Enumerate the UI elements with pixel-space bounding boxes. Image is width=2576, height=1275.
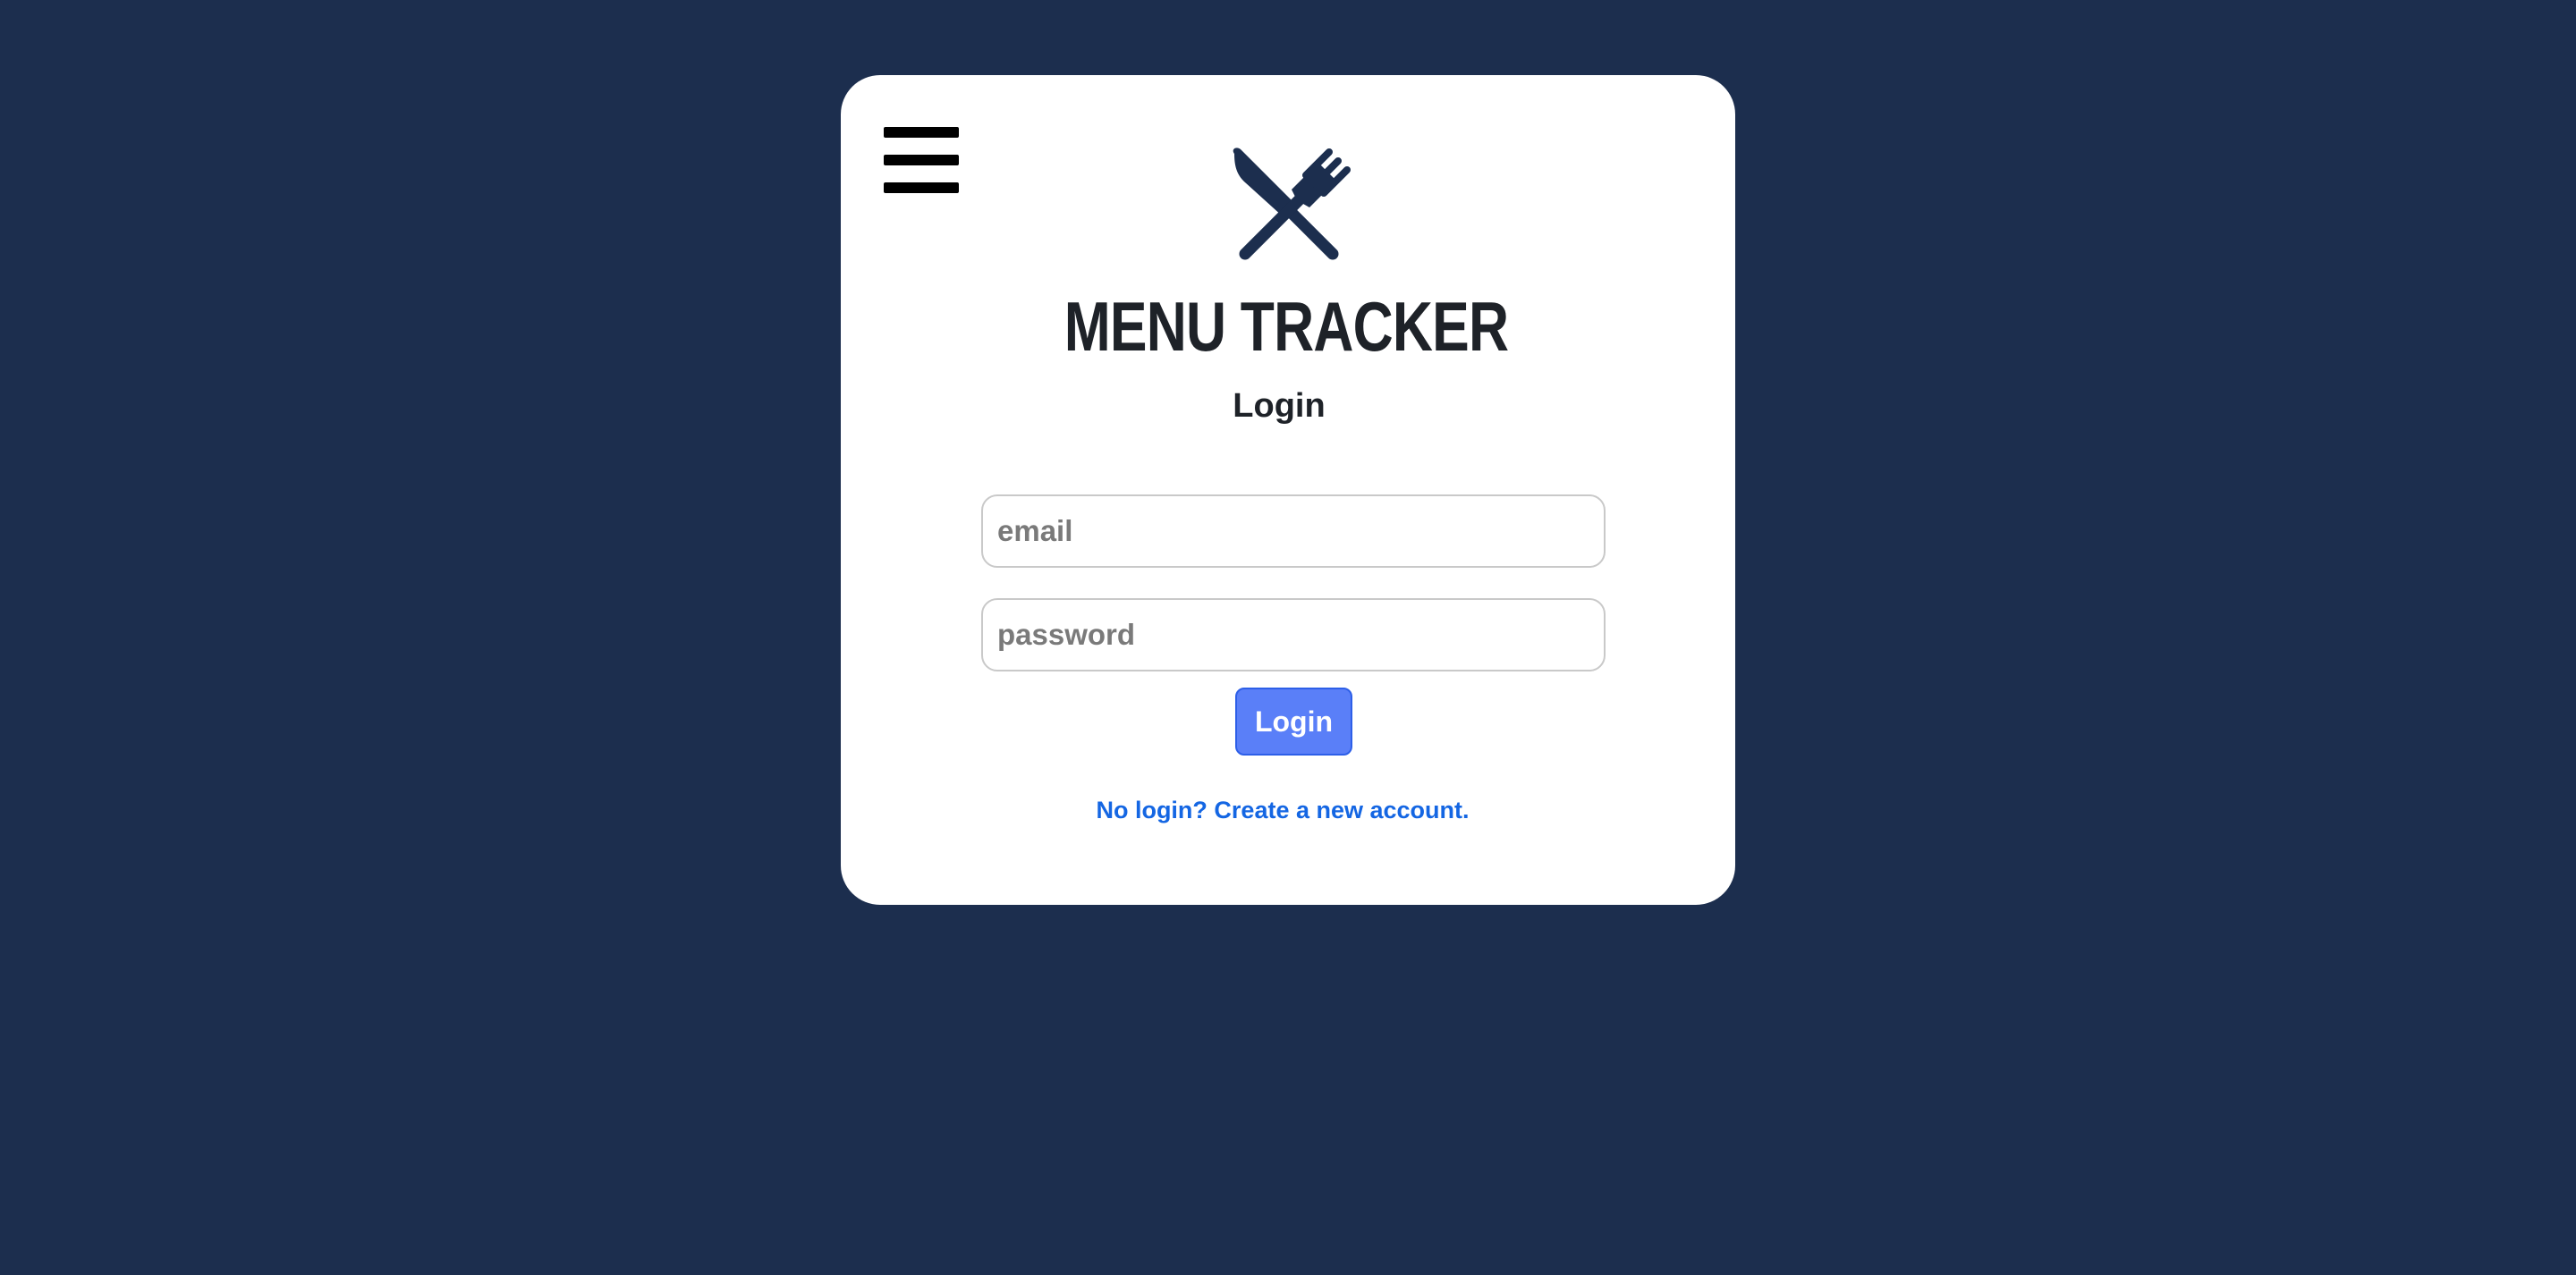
email-input[interactable] [981, 494, 1606, 568]
login-heading: Login [1233, 387, 1326, 425]
menu-bar-top [884, 127, 959, 138]
password-input[interactable] [981, 598, 1606, 671]
menu-bar-middle [884, 155, 959, 165]
app-title: MENU TRACKER [1063, 287, 1509, 366]
hamburger-menu-icon[interactable] [884, 127, 959, 195]
menu-bar-bottom [884, 182, 959, 193]
login-card: MENU TRACKER Login Login No login? Creat… [841, 75, 1735, 905]
login-button[interactable]: Login [1235, 688, 1352, 756]
create-account-link[interactable]: No login? Create a new account. [835, 795, 1730, 825]
utensils-icon [1233, 148, 1351, 260]
